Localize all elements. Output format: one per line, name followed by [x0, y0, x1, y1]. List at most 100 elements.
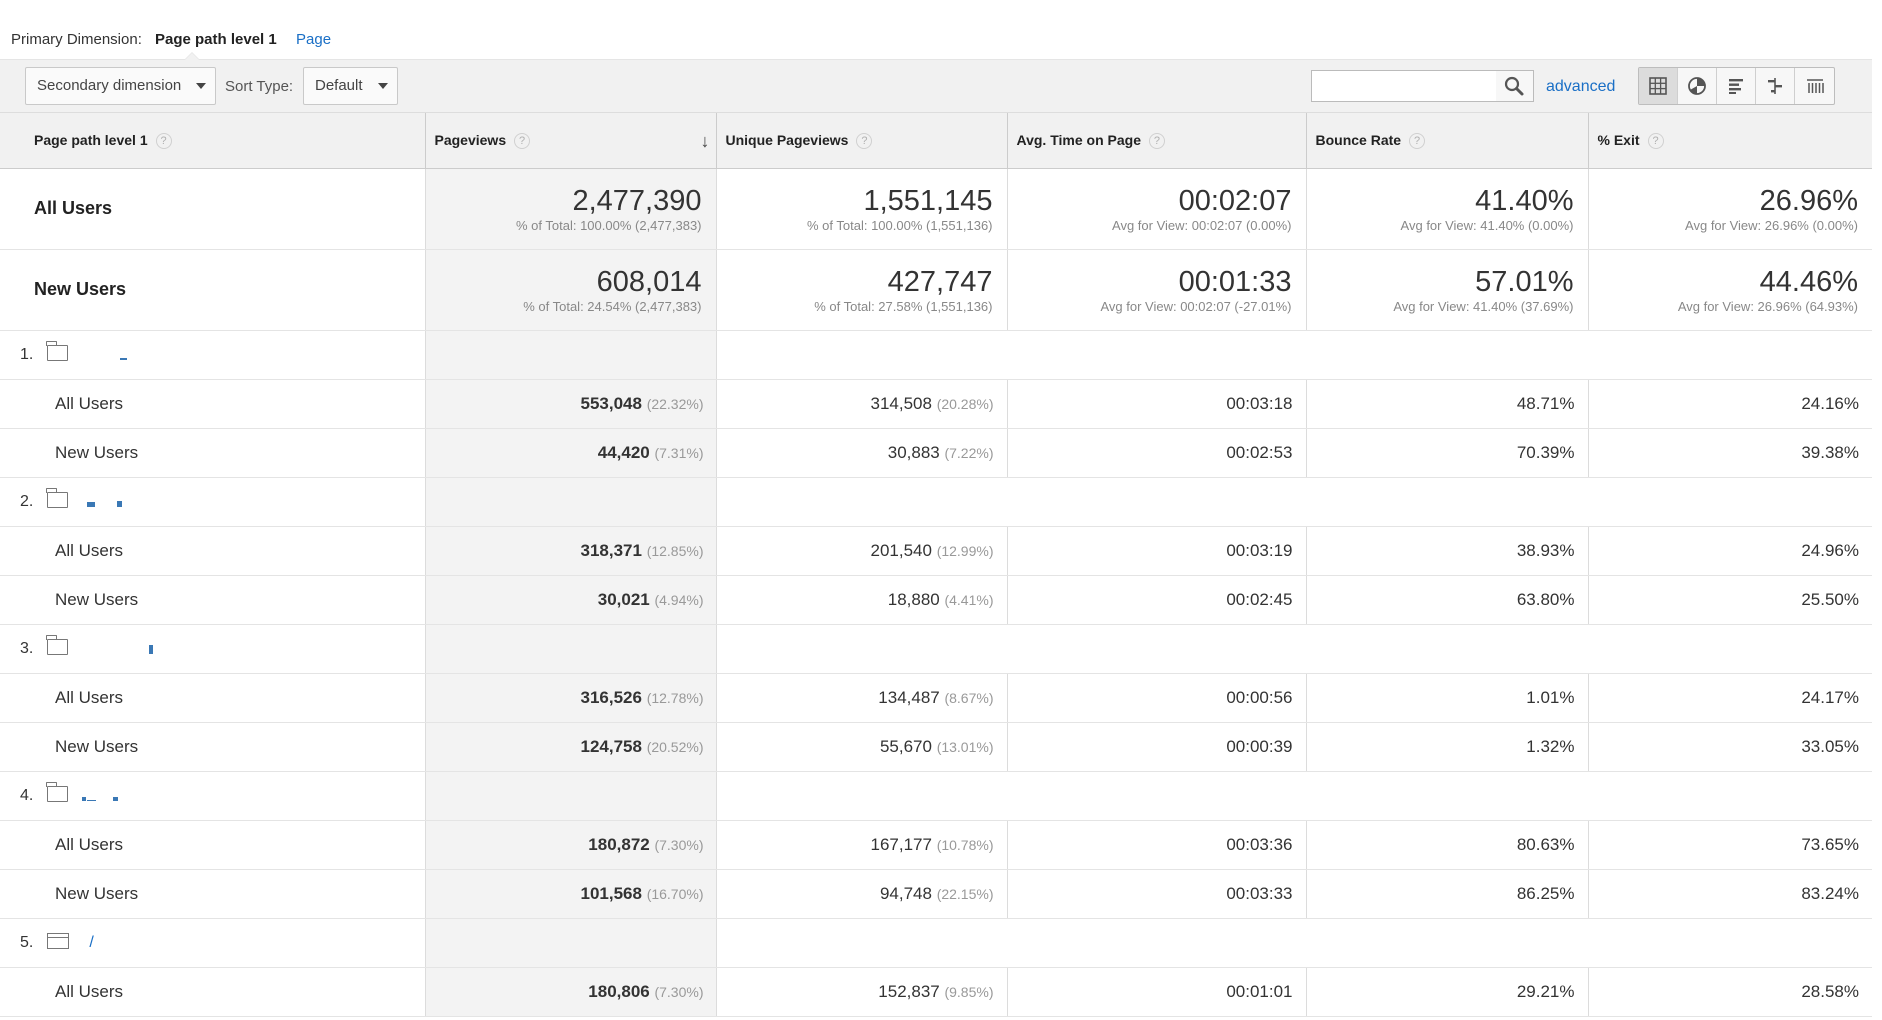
column-header-label: Pageviews — [434, 131, 507, 148]
comparison-icon — [1768, 78, 1782, 94]
row-number: 2. — [20, 493, 34, 510]
table-search-input[interactable] — [1311, 70, 1497, 102]
row-number: 3. — [20, 640, 34, 657]
column-header-unique-pageviews[interactable]: Unique Pageviews? — [716, 113, 1008, 169]
exit-cell: 39.38% — [1588, 428, 1872, 478]
metric-value: 55,670 — [879, 736, 932, 756]
metric-value: 00:03:19 — [1226, 540, 1293, 560]
column-header-exit[interactable]: % Exit? — [1588, 113, 1872, 169]
search-icon — [1504, 76, 1524, 96]
metric-percent: (7.31%) — [654, 444, 704, 461]
redacted-page-path-link[interactable] — [82, 497, 192, 507]
page-path-cell: 4. — [0, 771, 426, 821]
column-header-label: % Exit — [1597, 131, 1640, 148]
redacted-page-path-link[interactable] — [82, 791, 192, 801]
metric-value: 28.58% — [1801, 981, 1859, 1001]
metric-value: 24.96% — [1801, 540, 1859, 560]
column-header-avg-time[interactable]: Avg. Time on Page? — [1007, 113, 1307, 169]
help-icon[interactable]: ? — [1647, 132, 1664, 149]
avg-time-cell: 00:03:36 — [1007, 820, 1307, 870]
comparison-view-button[interactable] — [1756, 68, 1795, 104]
percentage-view-button[interactable] — [1678, 68, 1717, 104]
segment-data-row: All Users 318,371 (12.85%) 201,540 (12.99%… — [0, 526, 1872, 576]
segment-label: All Users — [0, 820, 426, 870]
unique-pageviews-cell: 167,177 (10.78%) — [716, 820, 1008, 870]
metric-value: 63.80% — [1516, 589, 1575, 609]
metric-percent: (12.85%) — [646, 542, 704, 559]
total-subtext: Avg for View: 00:02:07 (-27.01%) — [1100, 298, 1292, 314]
column-header-pageviews[interactable]: Pageviews? ↓ — [425, 113, 717, 169]
total-value: 2,477,390 — [572, 184, 702, 217]
view-switcher — [1638, 67, 1835, 105]
segment-data-row: All Users 316,526 (12.78%) 134,487 (8.67%)… — [0, 673, 1872, 723]
bounce-rate-cell: 1.01% — [1306, 673, 1589, 723]
pageviews-cell: 124,758 (20.52%) — [425, 722, 717, 772]
metric-value: 00:02:45 — [1226, 589, 1293, 609]
segment-data-row: All Users 180,806 (7.30%) 152,837 (9.85%) 0… — [0, 967, 1872, 1017]
performance-view-button[interactable] — [1717, 68, 1756, 104]
pivot-view-button[interactable] — [1795, 68, 1834, 104]
row-number: 1. — [20, 346, 34, 363]
help-icon[interactable]: ? — [856, 132, 873, 149]
page-icon[interactable] — [47, 933, 70, 949]
redaction-block — [113, 796, 119, 801]
metric-percent: (8.67%) — [944, 689, 994, 706]
segment-label: All Users — [0, 526, 426, 576]
exit-cell: 24.96% — [1588, 526, 1872, 576]
data-table-view-button[interactable] — [1639, 68, 1678, 104]
column-header-page-path[interactable]: Page path level 1? — [0, 113, 426, 169]
group-empty-cell — [716, 624, 1872, 674]
redacted-page-path-link[interactable] — [82, 644, 192, 654]
metric-percent: (4.94%) — [654, 591, 704, 608]
primary-dimension-selected[interactable]: Page path level 1 — [155, 31, 277, 48]
metric-value: 00:03:33 — [1226, 883, 1293, 903]
total-pageviews-cell: 2,477,390% of Total: 100.00% (2,477,383) — [425, 168, 717, 250]
folder-icon[interactable] — [46, 341, 69, 361]
unique-pageviews-cell: 30,883 (7.22%) — [716, 428, 1008, 478]
help-icon[interactable]: ? — [1148, 132, 1165, 149]
segment-data-row: New Users 101,568 (16.70%) 94,748 (22.15%)… — [0, 869, 1872, 919]
primary-dimension-label: Primary Dimension: — [11, 31, 142, 48]
group-empty-cell — [716, 330, 1872, 380]
folder-icon[interactable] — [46, 488, 69, 508]
folder-icon[interactable] — [46, 782, 69, 802]
exit-cell: 25.50% — [1588, 575, 1872, 625]
total-value: 427,747 — [887, 265, 993, 298]
metric-value: 38.93% — [1516, 540, 1575, 560]
page-path-link[interactable]: / — [89, 934, 93, 951]
help-icon[interactable]: ? — [155, 132, 172, 149]
exit-cell: 24.17% — [1588, 673, 1872, 723]
pivot-table-icon — [1806, 79, 1824, 93]
search-button[interactable] — [1496, 70, 1534, 102]
primary-dimension-page-link[interactable]: Page — [296, 31, 331, 48]
secondary-dimension-dropdown[interactable]: Secondary dimension — [25, 67, 216, 105]
help-icon[interactable]: ? — [514, 132, 531, 149]
folder-icon[interactable] — [46, 635, 69, 655]
metric-value: 73.65% — [1801, 834, 1859, 854]
metric-percent: (22.15%) — [936, 885, 994, 902]
metric-percent: (7.30%) — [654, 836, 704, 853]
exit-cell: 33.05% — [1588, 722, 1872, 772]
metric-value: 167,177 — [870, 834, 932, 854]
pageviews-cell: 30,021 (4.94%) — [425, 575, 717, 625]
column-header-bounce-rate[interactable]: Bounce Rate? — [1306, 113, 1589, 169]
redacted-page-path-link[interactable] — [82, 350, 192, 360]
sort-descending-icon: ↓ — [700, 131, 710, 151]
metric-value: 316,526 — [580, 687, 642, 707]
advanced-filter-link[interactable]: advanced — [1546, 78, 1615, 96]
exit-cell: 83.24% — [1588, 869, 1872, 919]
total-pageviews-cell: 608,014% of Total: 24.54% (2,477,383) — [425, 249, 717, 331]
metric-value: 24.17% — [1801, 687, 1859, 707]
metric-value: 48.71% — [1516, 393, 1575, 413]
sort-type-dropdown[interactable]: Default — [303, 67, 398, 105]
total-value: 608,014 — [596, 265, 702, 298]
help-icon[interactable]: ? — [1409, 132, 1426, 149]
pageviews-cell: 553,048 (22.32%) — [425, 379, 717, 429]
unique-pageviews-cell: 201,540 (12.99%) — [716, 526, 1008, 576]
avg-time-cell: 00:00:56 — [1007, 673, 1307, 723]
total-value: 1,551,145 — [863, 184, 993, 217]
table-header-row: Page path level 1? Pageviews? ↓ Unique Pa… — [0, 113, 1872, 169]
exit-cell: 24.16% — [1588, 379, 1872, 429]
total-subtext: Avg for View: 26.96% (64.93%) — [1677, 298, 1858, 314]
total-avg-time-cell: 00:02:07 Avg for View: 00:02:07 (0.00%) — [1007, 168, 1307, 250]
